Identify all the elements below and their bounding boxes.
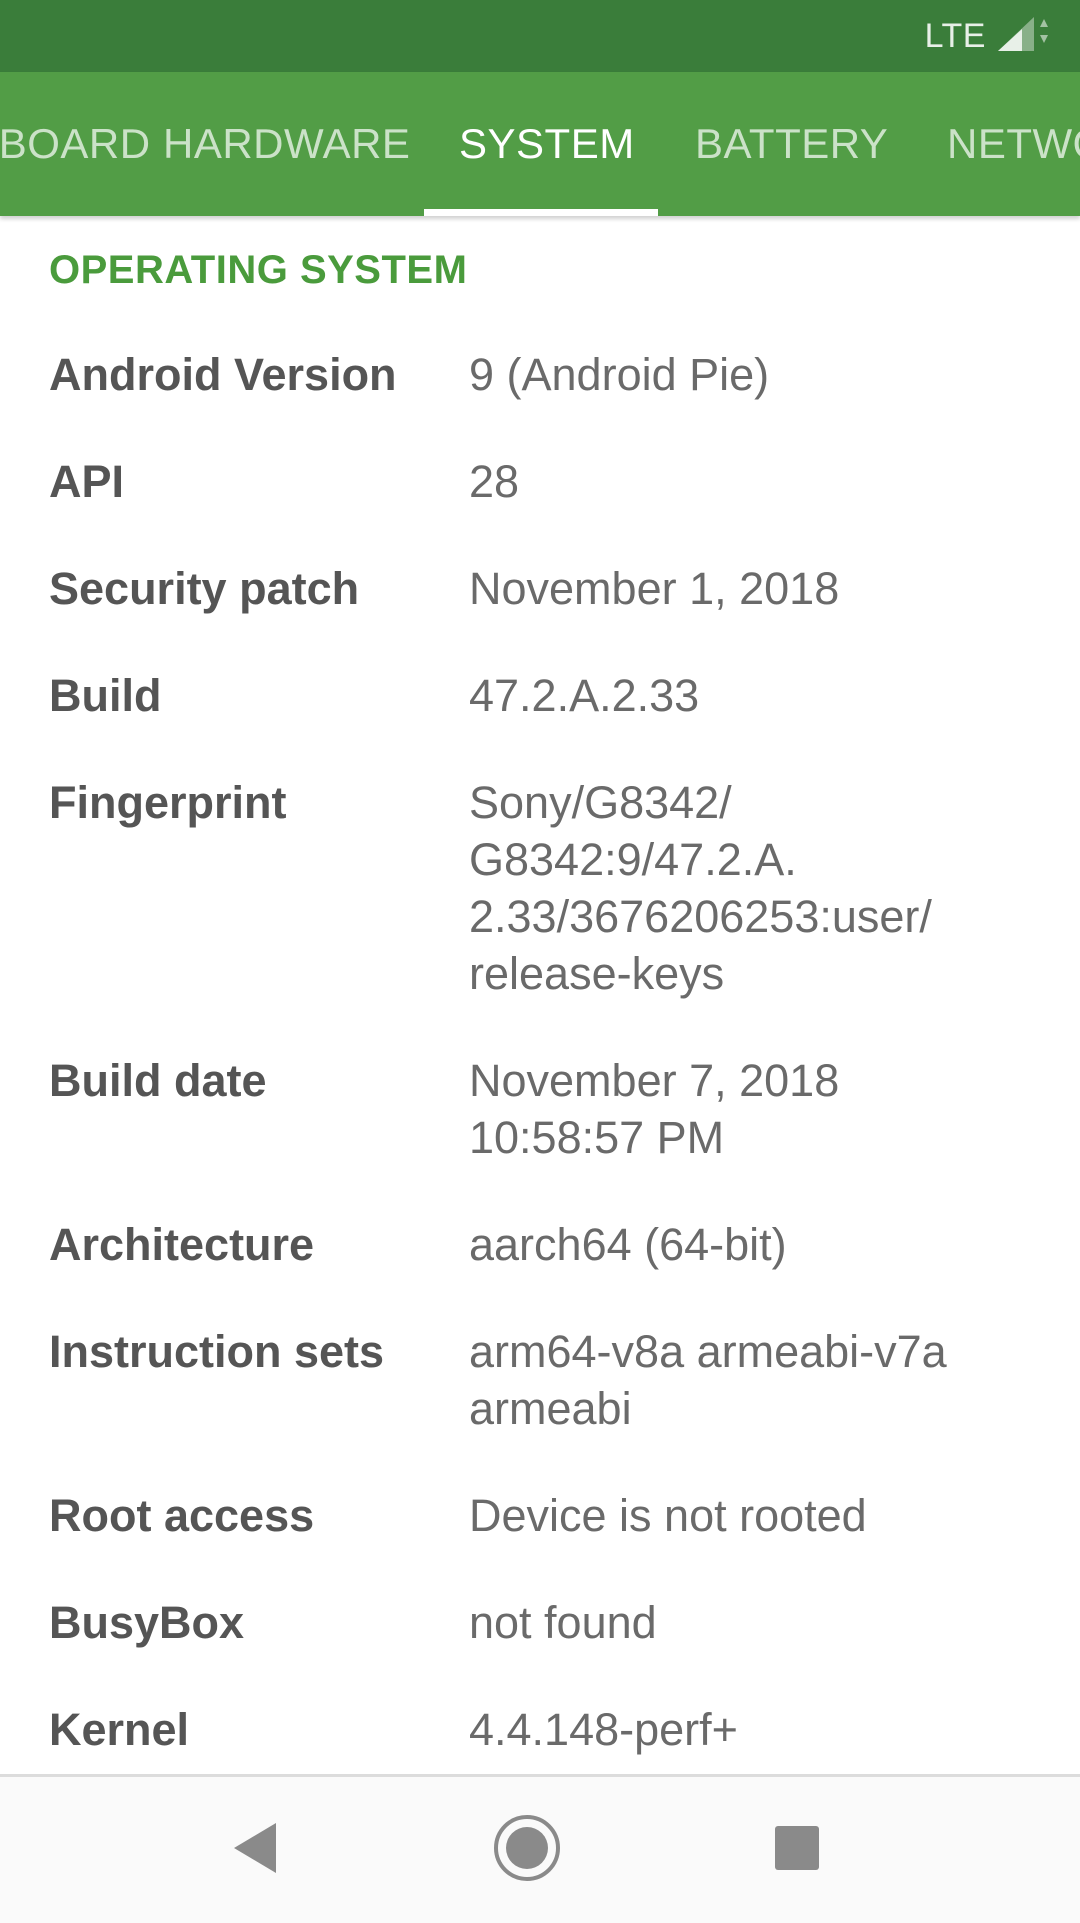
navigation-bar — [0, 1774, 1080, 1923]
row-value: Device is not rooted — [469, 1490, 867, 1541]
tab-dashboard[interactable]: DASHBOARD — [0, 72, 151, 216]
signal-icon — [996, 15, 1050, 58]
row-value: 9 (Android Pie) — [469, 349, 770, 400]
row-value: November 1, 2018 — [469, 563, 840, 614]
row-value: 47.2.A.2.33 — [469, 670, 700, 721]
row-value: not found — [469, 1597, 657, 1648]
row-label: Build — [49, 670, 162, 721]
info-row-build: Build 47.2.A.2.33 — [0, 667, 1080, 724]
tab-battery[interactable]: BATTERY — [695, 72, 888, 216]
system-info-panel[interactable]: OPERATING SYSTEM Android Version 9 (Andr… — [0, 216, 1080, 1774]
info-row-build-date: Build date November 7, 2018 10:58:57 PM — [0, 1052, 1080, 1166]
tab-hardware[interactable]: HARDWARE — [163, 72, 410, 216]
recents-button[interactable] — [717, 1777, 877, 1923]
row-label: Kernel — [49, 1704, 190, 1755]
back-icon — [230, 1821, 280, 1880]
row-label: Architecture — [49, 1219, 315, 1270]
row-label: BusyBox — [49, 1597, 245, 1648]
row-label: Security patch — [49, 563, 360, 614]
home-button[interactable] — [447, 1777, 607, 1923]
info-row-instruction-sets: Instruction sets arm64-v8a armeabi-v7a a… — [0, 1323, 1080, 1437]
row-label: API — [49, 456, 125, 507]
section-title: OPERATING SYSTEM — [49, 248, 468, 292]
row-value: Sony/G8342/ G8342:9/47.2.A. 2.33/3676206… — [469, 777, 932, 999]
info-row-api: API 28 — [0, 453, 1080, 510]
row-label: Android Version — [49, 349, 397, 400]
home-icon — [492, 1813, 562, 1888]
row-value: aarch64 (64-bit) — [469, 1219, 787, 1270]
info-row-security-patch: Security patch November 1, 2018 — [0, 560, 1080, 617]
row-value: arm64-v8a armeabi-v7a armeabi — [469, 1326, 947, 1434]
row-label: Fingerprint — [49, 777, 287, 828]
row-value: November 7, 2018 10:58:57 PM — [469, 1055, 840, 1163]
info-row-architecture: Architecture aarch64 (64-bit) — [0, 1216, 1080, 1273]
status-icons: LTE — [925, 0, 1050, 72]
info-row-busybox: BusyBox not found — [0, 1594, 1080, 1651]
info-row-root-access: Root access Device is not rooted — [0, 1487, 1080, 1544]
info-row-kernel: Kernel 4.4.148-perf+ — [0, 1701, 1080, 1758]
network-type-label: LTE — [924, 16, 986, 55]
info-row-fingerprint: Fingerprint Sony/G8342/ G8342:9/47.2.A. … — [0, 774, 1080, 1002]
row-value: 4.4.148-perf+ — [469, 1704, 738, 1755]
active-tab-indicator — [424, 209, 658, 216]
info-list: Android Version 9 (Android Pie) API 28 S… — [0, 346, 1080, 1808]
back-button[interactable] — [175, 1777, 335, 1923]
row-value: 28 — [469, 456, 520, 507]
row-label: Build date — [49, 1055, 267, 1106]
info-row-android-version: Android Version 9 (Android Pie) — [0, 346, 1080, 403]
status-bar: LTE — [0, 0, 1080, 72]
recents-icon — [773, 1824, 821, 1877]
tab-network[interactable]: NETWORK — [947, 72, 1080, 216]
row-label: Instruction sets — [49, 1326, 385, 1377]
tab-system[interactable]: SYSTEM — [459, 72, 635, 216]
row-label: Root access — [49, 1490, 315, 1541]
tab-bar: DASHBOARD HARDWARE SYSTEM BATTERY NETWOR… — [0, 72, 1080, 216]
